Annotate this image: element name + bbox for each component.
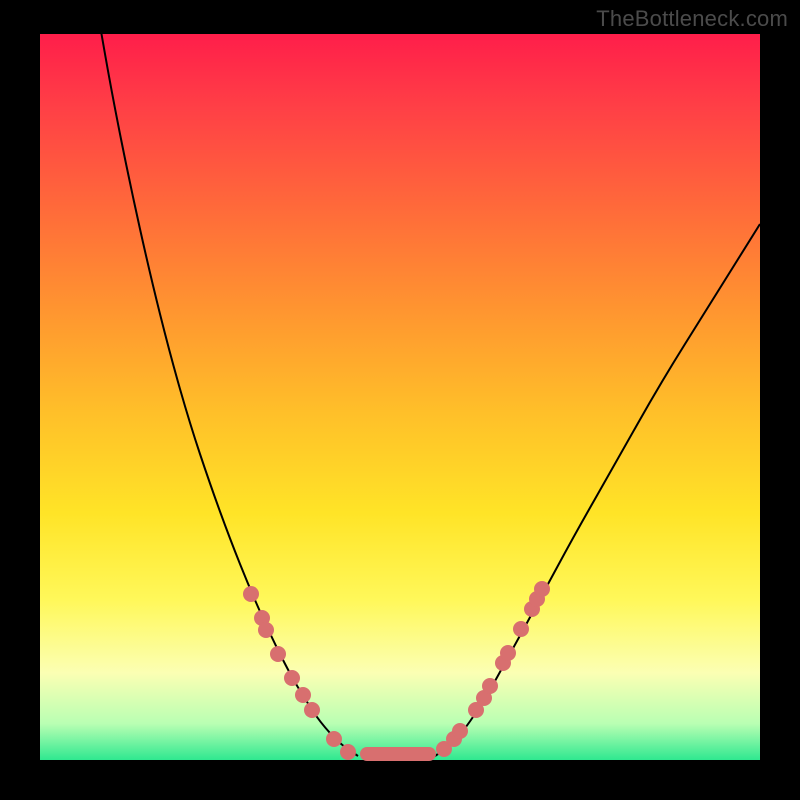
markers-right-group: [436, 581, 550, 757]
markers-left-group: [243, 586, 356, 760]
chart-frame: TheBottleneck.com: [0, 0, 800, 800]
curve-right: [435, 224, 760, 756]
data-marker: [243, 586, 259, 602]
data-marker: [500, 645, 516, 661]
data-marker: [534, 581, 550, 597]
plot-svg: [40, 34, 760, 760]
data-marker: [258, 622, 274, 638]
data-marker: [452, 723, 468, 739]
data-marker: [326, 731, 342, 747]
data-marker: [284, 670, 300, 686]
data-marker: [482, 678, 498, 694]
data-marker: [295, 687, 311, 703]
plot-area: [40, 34, 760, 760]
data-marker: [513, 621, 529, 637]
bottom-marker-pill: [360, 747, 436, 761]
data-marker: [304, 702, 320, 718]
watermark-text: TheBottleneck.com: [596, 6, 788, 32]
curve-left: [98, 14, 358, 756]
data-marker: [270, 646, 286, 662]
data-marker: [340, 744, 356, 760]
